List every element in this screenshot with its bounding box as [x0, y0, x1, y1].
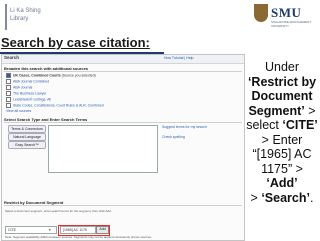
- source-item[interactable]: ABA Journal Combined: [6, 79, 49, 84]
- library-logo-line1: Li Ka Shing: [10, 8, 41, 14]
- restrict-description: Select a document segment, enter search …: [5, 209, 112, 213]
- annotation-line: Under: [264, 60, 300, 74]
- checkbox-icon[interactable]: [6, 97, 11, 102]
- page-title-banner: Search by case citation:: [0, 35, 164, 54]
- smu-logo: SMU SINGAPORE MANAGEMENT UNIVERSITY: [254, 4, 316, 30]
- search-label: Search: [4, 55, 20, 60]
- annotation-line: “[1965] AC: [252, 147, 312, 161]
- library-logo: Li Ka Shing Library: [5, 4, 49, 30]
- tab-terms-connectors[interactable]: Terms & Connectors: [8, 125, 46, 133]
- source-item[interactable]: The Business Lawyer: [6, 91, 46, 96]
- annotation-line: ‘Restrict by: [247, 74, 317, 89]
- lexis-search-screenshot: Search How Tutorial | Help Broaden this …: [1, 54, 245, 241]
- annotation-line: select ‘CITE’: [246, 118, 318, 132]
- annotation-line: Segment’ >: [248, 103, 316, 118]
- source-item[interactable]: ABA Journal: [6, 85, 32, 90]
- divider: [4, 71, 242, 72]
- suggest-terms-link[interactable]: Suggest terms for my search: [162, 125, 207, 129]
- checkbox-icon[interactable]: [6, 85, 11, 90]
- source-item[interactable]: State Codes, Constitutions, Court Rules …: [6, 103, 104, 108]
- search-header-bar: Search How Tutorial | Help: [2, 55, 244, 64]
- chevron-down-icon: ▾: [49, 228, 51, 232]
- search-terms-textarea[interactable]: [48, 125, 158, 173]
- smu-shield-icon: [254, 4, 268, 22]
- annotation-line: > Enter: [261, 132, 303, 147]
- page-title: Search by case citation:: [1, 35, 150, 50]
- checkbox-icon[interactable]: [6, 91, 11, 96]
- checkbox-icon[interactable]: [6, 103, 11, 108]
- divider: [4, 205, 242, 206]
- checkbox-icon[interactable]: [6, 73, 11, 78]
- tab-easy-search[interactable]: Easy Search™: [8, 141, 46, 149]
- segment-note: Note: Segment availability differs betwe…: [5, 235, 152, 239]
- source-item[interactable]: LexisNexis® Listings, All: [6, 97, 51, 102]
- smu-logo-subtitle: SINGAPORE MANAGEMENT UNIVERSITY: [271, 20, 312, 28]
- library-logo-line2: Library: [10, 16, 29, 22]
- view-all-sources-link[interactable]: View all sources: [6, 109, 31, 113]
- checkbox-icon[interactable]: [6, 79, 11, 84]
- help-links[interactable]: How Tutorial | Help: [164, 56, 194, 60]
- header: Li Ka Shing Library SMU SINGAPORE MANAGE…: [0, 0, 320, 34]
- annotation-line: 1175” > ‘Add’: [261, 161, 303, 191]
- source-item[interactable]: UK Cases, Combined Courts (Source you se…: [6, 73, 96, 78]
- annotation-line: > ‘Search’.: [250, 190, 314, 205]
- segment-select[interactable]: CITE ▾: [5, 226, 57, 234]
- instruction-annotation: Under ‘Restrict by Document Segment’ > s…: [246, 60, 318, 205]
- check-spelling-link[interactable]: Check spelling: [162, 135, 185, 139]
- annotation-line: Document: [251, 89, 313, 103]
- smu-logo-text: SMU: [271, 5, 302, 20]
- segment-select-value: CITE: [8, 228, 16, 232]
- tab-natural-language[interactable]: Natural Language: [8, 133, 46, 141]
- divider: [4, 122, 242, 123]
